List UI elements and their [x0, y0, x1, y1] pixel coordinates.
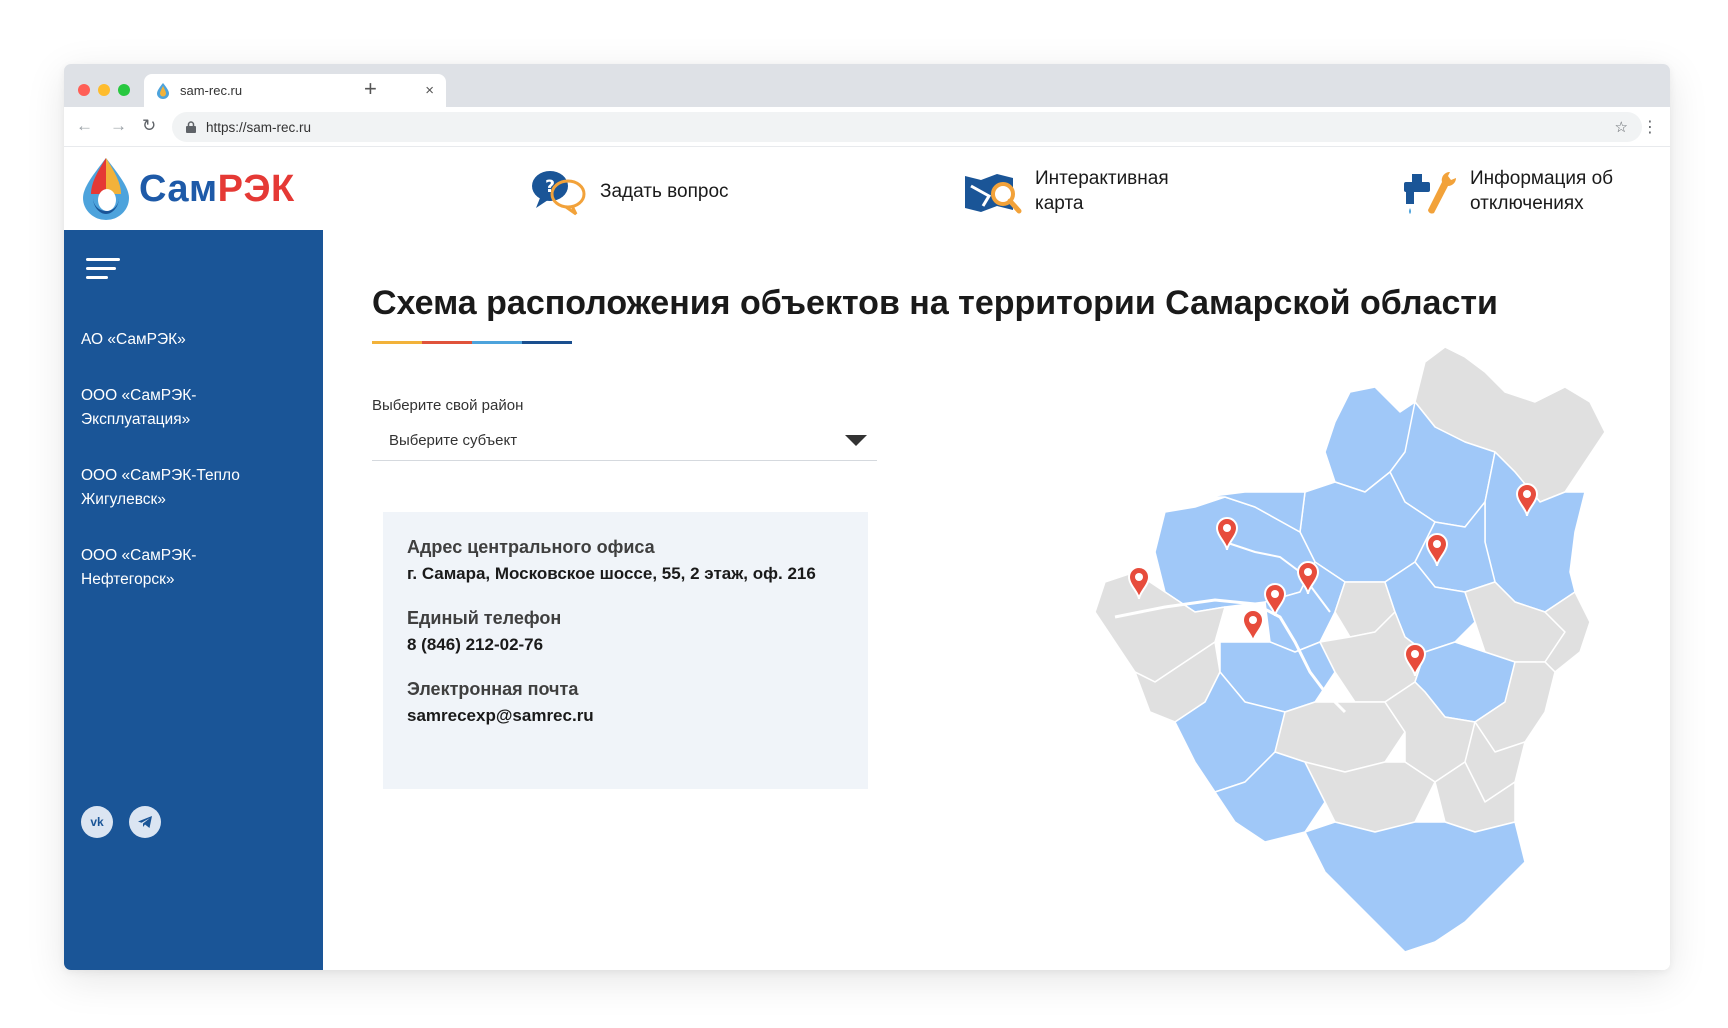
ask-question-link[interactable]: ? Задать вопрос — [528, 166, 729, 216]
ask-question-label: Задать вопрос — [600, 180, 729, 202]
tab-title: sam-rec.ru — [180, 83, 243, 98]
email-label: Электронная почта — [407, 679, 579, 699]
main-content: Схема расположения объектов на территори… — [323, 230, 1670, 970]
address-value: г. Самара, Московское шоссе, 55, 2 этаж,… — [407, 564, 816, 583]
lock-icon — [186, 121, 196, 133]
sidebar-item-teplo-zhigulevsk[interactable]: ООО «СамРЭК-Тепло Жигулевск» — [81, 464, 261, 512]
chevron-down-icon — [845, 434, 867, 446]
favicon-icon — [157, 82, 169, 99]
phone-label: Единый телефон — [407, 608, 562, 628]
browser-menu-icon[interactable]: ⋮ — [1642, 117, 1658, 137]
sidebar-item-neftegorsk[interactable]: ООО «СамРЭК-Нефтегорск» — [81, 544, 231, 592]
address-bar[interactable]: https://sam-rec.ru ☆ — [172, 112, 1642, 142]
region-map[interactable] — [1045, 342, 1625, 962]
map-district — [1304, 821, 1526, 953]
faucet-wrench-icon — [1404, 171, 1456, 214]
sidebar: АО «СамРЭК» ООО «СамРЭК-Эксплуатация» ОО… — [64, 230, 323, 970]
phone-value[interactable]: 8 (846) 212-02-76 — [407, 635, 844, 655]
back-arrow-icon[interactable]: ← — [76, 116, 93, 136]
logo[interactable]: СамРЭК — [64, 148, 323, 230]
district-select[interactable]: Выберите субъект — [372, 420, 877, 461]
top-links: ? Задать вопрос Интерактивная карта Инфо… — [323, 148, 1670, 230]
close-window-button[interactable] — [78, 84, 90, 96]
map-marker-icon — [1241, 608, 1265, 643]
tab-strip: sam-rec.ru × + — [64, 64, 1670, 107]
new-tab-button[interactable]: + — [364, 76, 377, 102]
minimize-window-button[interactable] — [98, 84, 110, 96]
tab-close-icon[interactable]: × — [425, 82, 434, 99]
email-value[interactable]: samrecexp@samrec.ru — [407, 706, 844, 726]
url-text: https://sam-rec.ru — [206, 119, 312, 135]
vk-icon[interactable]: vk — [81, 806, 113, 838]
svg-text:?: ? — [545, 177, 555, 197]
social-links: vk — [81, 806, 161, 838]
bookmark-star-icon[interactable]: ☆ — [1615, 118, 1628, 136]
address-label: Адрес центрального офиса — [407, 537, 655, 557]
maximize-window-button[interactable] — [118, 84, 130, 96]
interactive-map-link[interactable]: Интерактивная карта — [963, 166, 1175, 216]
sidebar-menu: АО «СамРЭК» ООО «СамРЭК-Эксплуатация» ОО… — [81, 328, 311, 624]
hamburger-menu-icon[interactable] — [86, 258, 120, 285]
interactive-map-label: Интерактивная карта — [1035, 168, 1169, 214]
district-select-value: Выберите субъект — [389, 431, 518, 449]
sidebar-item-exploitation[interactable]: ООО «СамРЭК-Эксплуатация» — [81, 384, 231, 432]
question-chat-icon: ? — [532, 171, 586, 216]
district-label: Выберите свой район — [372, 397, 524, 414]
telegram-icon[interactable] — [129, 806, 161, 838]
web-page: СамРЭК АО «СамРЭК» ООО «СамРЭК-Эксплуата… — [64, 148, 1670, 970]
browser-window: sam-rec.ru × + ← → ↻ https://sam-rec.ru … — [64, 64, 1670, 970]
drop-logo-icon — [83, 158, 129, 220]
logo-text: СамРЭК — [139, 167, 295, 210]
browser-tab[interactable]: sam-rec.ru × — [144, 74, 446, 107]
sidebar-item-samrek[interactable]: АО «СамРЭК» — [81, 328, 311, 352]
forward-arrow-icon[interactable]: → — [110, 116, 127, 136]
browser-toolbar: ← → ↻ https://sam-rec.ru ☆ ⋮ — [64, 107, 1670, 147]
outage-info-label: Информация об отключениях — [1470, 168, 1614, 214]
title-underline — [372, 341, 572, 344]
page-title: Схема расположения объектов на территори… — [372, 284, 1498, 322]
reload-icon[interactable]: ↻ — [142, 116, 156, 136]
window-controls — [78, 84, 130, 96]
outage-info-link[interactable]: Информация об отключениях — [1398, 166, 1630, 216]
map-search-icon — [965, 174, 1022, 214]
contact-card: Адрес центрального офиса г. Самара, Моск… — [383, 512, 868, 789]
